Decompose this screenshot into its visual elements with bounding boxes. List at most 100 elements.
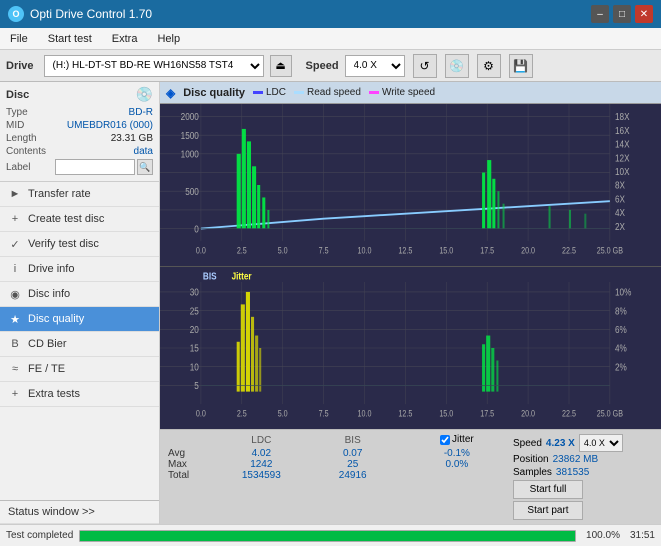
disc-label-input-group: 🔍: [55, 159, 153, 175]
create-test-disc-icon: +: [8, 212, 22, 226]
svg-text:2.5: 2.5: [237, 246, 247, 256]
svg-text:1500: 1500: [181, 130, 199, 141]
svg-text:10X: 10X: [615, 166, 630, 177]
row-avg-bis: 0.07: [315, 448, 391, 459]
stats-table: LDC BIS Jitter Avg 4.02 0.07: [168, 434, 503, 481]
menu-extra[interactable]: Extra: [108, 32, 142, 46]
settings-button[interactable]: ⚙: [477, 54, 501, 78]
menu-file[interactable]: File: [6, 32, 32, 46]
sidebar-item-cd-bier[interactable]: B CD Bier: [0, 332, 159, 357]
chart-header: ◈ Disc quality LDC Read speed Write spee…: [160, 82, 661, 104]
jitter-checkbox[interactable]: [440, 435, 450, 445]
row-max-jitter: 0.0%: [411, 459, 503, 470]
svg-text:15: 15: [190, 343, 199, 354]
row-max-ldc: 1242: [208, 459, 315, 470]
sidebar-item-transfer-rate[interactable]: ► Transfer rate: [0, 182, 159, 207]
sidebar-item-verify-test-disc[interactable]: ✓ Verify test disc: [0, 232, 159, 257]
drive-select[interactable]: (H:) HL-DT-ST BD-RE WH16NS58 TST4: [44, 55, 264, 77]
disc-label-input[interactable]: [55, 159, 135, 175]
disc-length-row: Length 23.31 GB: [6, 133, 153, 144]
eject-button[interactable]: ⏏: [270, 55, 292, 77]
svg-text:22.5: 22.5: [562, 409, 576, 419]
row-total-label: Total: [168, 470, 208, 481]
extra-tests-icon: +: [8, 387, 22, 401]
main-layout: Disc 💿 Type BD-R MID UMEBDR016 (000) Len…: [0, 82, 661, 524]
col-header-jitter-check: Jitter: [411, 434, 503, 448]
sidebar-item-verify-test-disc-label: Verify test disc: [28, 238, 99, 250]
speed-select[interactable]: 4.0 X: [345, 55, 405, 77]
chart-lower: BIS Jitter: [160, 267, 661, 429]
svg-text:8%: 8%: [615, 306, 627, 317]
svg-text:0: 0: [194, 224, 199, 235]
close-button[interactable]: ✕: [635, 5, 653, 23]
svg-text:15.0: 15.0: [439, 409, 453, 419]
svg-text:2%: 2%: [615, 362, 627, 373]
disc-icon: 💿: [136, 86, 153, 103]
sidebar-item-disc-quality[interactable]: ★ Disc quality: [0, 307, 159, 332]
svg-text:12X: 12X: [615, 153, 630, 164]
svg-text:5.0: 5.0: [278, 409, 288, 419]
start-part-button[interactable]: Start part: [513, 501, 583, 520]
charts-container: 2000 1500 1000 500 0 18X 16X 14X 12X 10X…: [160, 104, 661, 429]
cd-bier-icon: B: [8, 337, 22, 351]
legend-write-speed: Write speed: [369, 87, 435, 98]
disc-label-browse-button[interactable]: 🔍: [137, 159, 153, 175]
sidebar-item-create-test-disc[interactable]: + Create test disc: [0, 207, 159, 232]
disc-contents-row: Contents data: [6, 146, 153, 157]
maximize-button[interactable]: □: [613, 5, 631, 23]
disc-quality-icon: ★: [8, 312, 22, 326]
disc-label-row: Label 🔍: [6, 159, 153, 175]
write-speed-legend-label: Write speed: [382, 87, 435, 98]
right-panel: ◈ Disc quality LDC Read speed Write spee…: [160, 82, 661, 524]
menu-help[interactable]: Help: [153, 32, 184, 46]
write-speed-legend-color: [369, 91, 379, 94]
col-header-bis: BIS: [315, 434, 391, 448]
svg-text:8X: 8X: [615, 180, 625, 191]
sidebar-item-transfer-rate-label: Transfer rate: [28, 188, 91, 200]
verify-test-disc-icon: ✓: [8, 237, 22, 251]
disc-type-label: Type: [6, 107, 28, 118]
chart-upper: 2000 1500 1000 500 0 18X 16X 14X 12X 10X…: [160, 104, 661, 267]
row-max-bis: 25: [315, 459, 391, 470]
bottom-status-bar: Test completed 100.0% 31:51: [0, 524, 661, 546]
sidebar-item-cd-bier-label: CD Bier: [28, 338, 67, 350]
svg-text:30: 30: [190, 287, 199, 298]
svg-text:5: 5: [194, 380, 199, 391]
progress-bar-fill: [80, 531, 575, 541]
drive-label: Drive: [6, 60, 34, 72]
menu-start-test[interactable]: Start test: [44, 32, 96, 46]
sidebar-item-disc-info[interactable]: ◉ Disc info: [0, 282, 159, 307]
svg-text:20: 20: [190, 324, 199, 335]
legend-ldc: LDC: [253, 87, 286, 98]
svg-text:20.0: 20.0: [521, 246, 535, 256]
svg-text:25.0 GB: 25.0 GB: [597, 409, 623, 419]
stats-section: LDC BIS Jitter Avg 4.02 0.07: [160, 429, 661, 524]
disc-length-value: 23.31 GB: [111, 133, 153, 144]
sidebar-item-extra-tests[interactable]: + Extra tests: [0, 382, 159, 407]
disc-button[interactable]: 💿: [445, 54, 469, 78]
speed-dropdown[interactable]: 4.0 X: [579, 434, 623, 452]
sidebar-item-create-test-disc-label: Create test disc: [28, 213, 104, 225]
disc-info-icon: ◉: [8, 287, 22, 301]
sidebar-item-drive-info[interactable]: i Drive info: [0, 257, 159, 282]
svg-text:0.0: 0.0: [196, 409, 206, 419]
svg-text:10%: 10%: [615, 287, 631, 298]
status-window-button[interactable]: Status window >>: [0, 501, 159, 524]
save-button[interactable]: 💾: [509, 54, 533, 78]
disc-title: Disc: [6, 89, 29, 101]
start-full-button[interactable]: Start full: [513, 480, 583, 499]
progress-percent: 100.0%: [586, 530, 620, 541]
legend-read-speed: Read speed: [294, 87, 361, 98]
read-speed-legend-label: Read speed: [307, 87, 361, 98]
disc-mid-row: MID UMEBDR016 (000): [6, 120, 153, 131]
row-avg-ldc: 4.02: [208, 448, 315, 459]
minimize-button[interactable]: –: [591, 5, 609, 23]
speed-row: Speed 4.23 X 4.0 X: [513, 434, 653, 452]
refresh-button[interactable]: ↺: [413, 54, 437, 78]
svg-text:4%: 4%: [615, 343, 627, 354]
sidebar-item-fe-te[interactable]: ≈ FE / TE: [0, 357, 159, 382]
col-header-ldc: LDC: [208, 434, 315, 448]
svg-text:BIS: BIS: [203, 271, 217, 282]
row-total-ldc: 1534593: [208, 470, 315, 481]
left-panel: Disc 💿 Type BD-R MID UMEBDR016 (000) Len…: [0, 82, 160, 524]
